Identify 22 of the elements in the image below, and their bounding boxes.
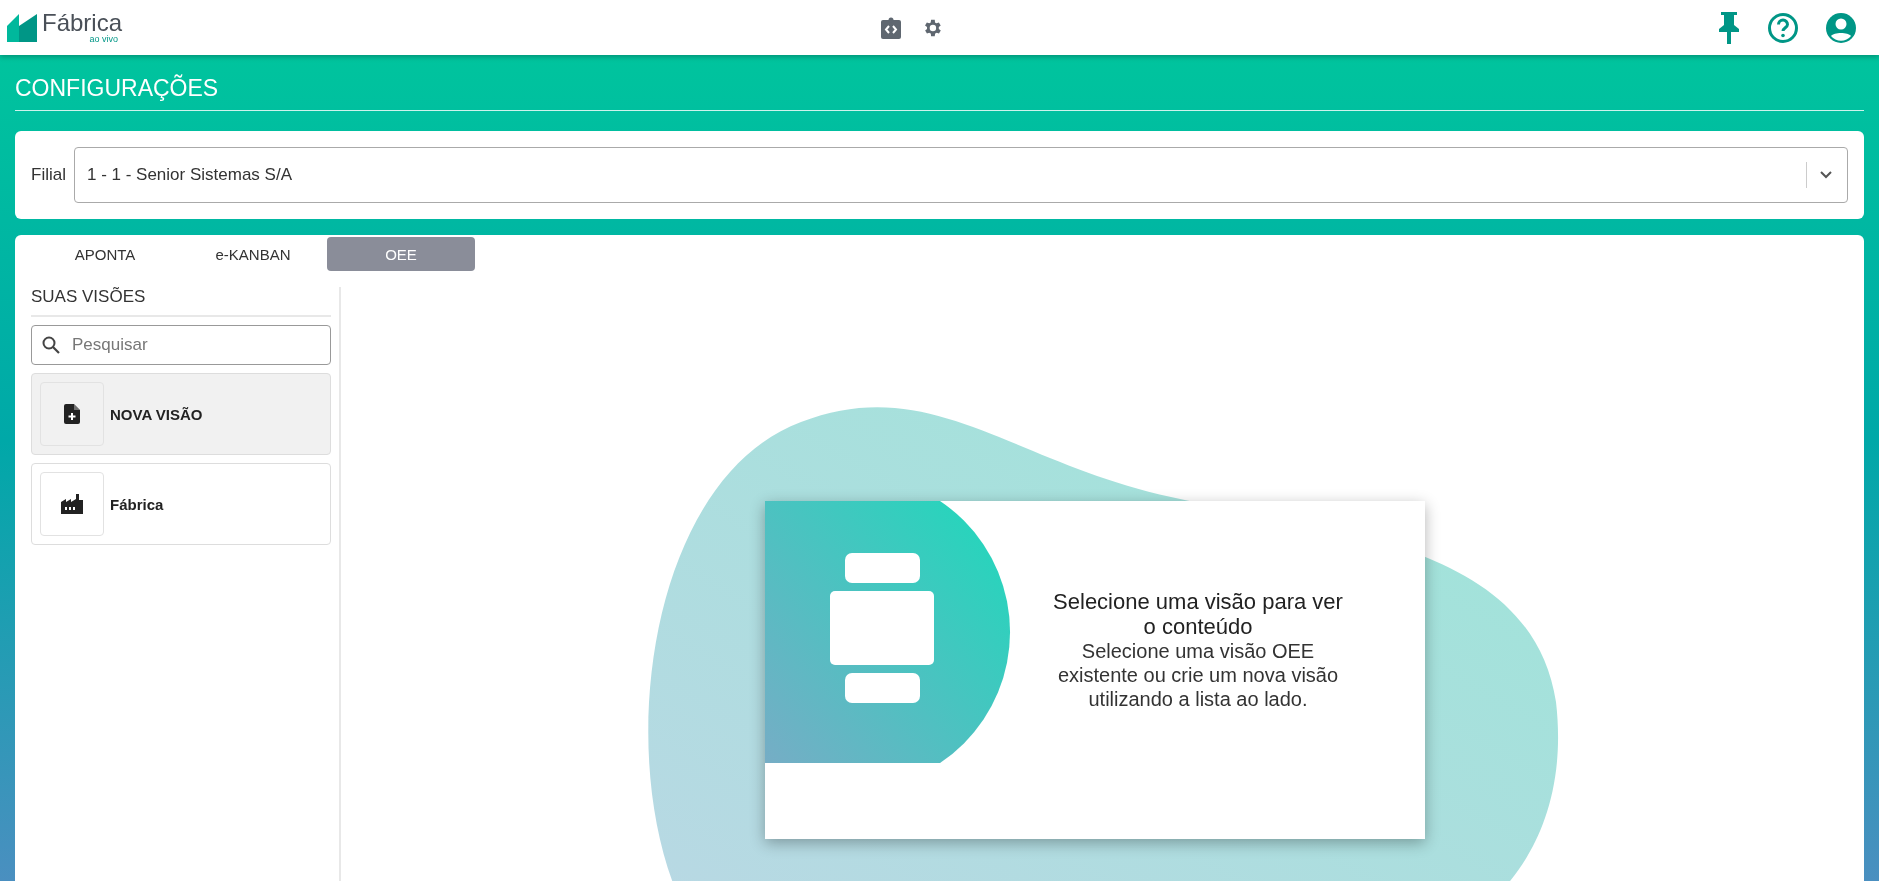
search-field[interactable]: Pesquisar	[31, 325, 331, 365]
search-icon	[41, 335, 61, 355]
user-account-icon[interactable]	[1825, 11, 1857, 44]
tab[interactable]: e-KANBAN	[179, 237, 327, 271]
file-plus-icon	[64, 404, 80, 424]
logo-icon	[7, 13, 37, 42]
sidebar-title: SUAS VISÕES	[31, 287, 331, 317]
page-title: CONFIGURAÇÕES	[15, 75, 1864, 111]
factory-icon	[61, 494, 83, 514]
logo-name: Fábrica	[42, 11, 123, 35]
view-list-item[interactable]: Fábrica	[31, 463, 331, 545]
pin-icon[interactable]	[1717, 11, 1741, 44]
chevron-down-icon[interactable]	[1819, 170, 1833, 180]
branch-select[interactable]: 1 - 1 - Senior Sistemas S/A	[73, 147, 1848, 203]
clipboard-code-icon[interactable]	[881, 16, 901, 39]
help-icon[interactable]	[1767, 11, 1799, 44]
view-list-item[interactable]: NOVA VISÃO	[31, 373, 331, 455]
empty-state-title: Selecione uma visão para ver o conteúdo	[1052, 588, 1344, 640]
filter-label: Filial	[31, 165, 66, 185]
logo-tagline: ao vivo	[89, 35, 119, 44]
empty-state-message: Selecione uma visão OEE existente ou crie um nova visão utilizando a lista ao lado.	[1056, 639, 1340, 712]
tab[interactable]: APONTA	[31, 237, 179, 271]
